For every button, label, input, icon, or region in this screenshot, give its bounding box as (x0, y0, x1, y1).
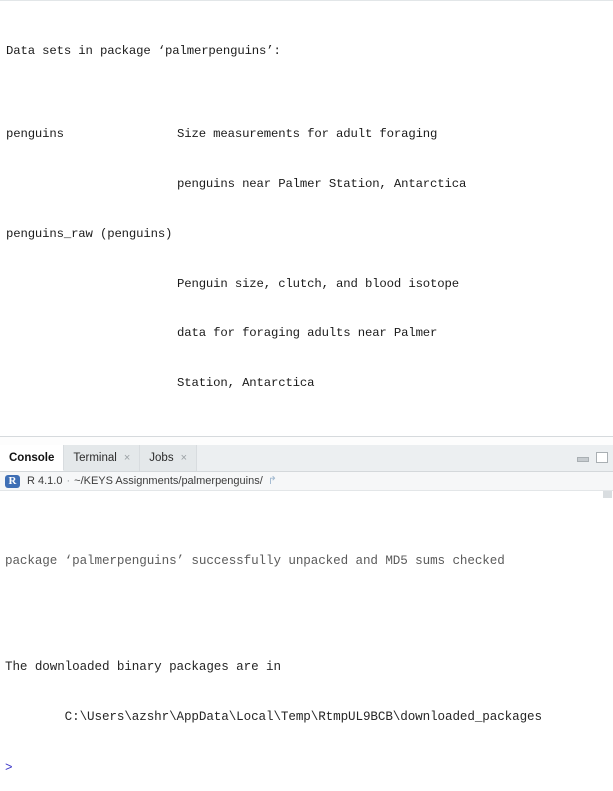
console-output[interactable]: package ‘palmerpenguins’ successfully un… (0, 491, 613, 790)
tab-label: Jobs (149, 452, 174, 464)
open-folder-icon[interactable]: ↱ (268, 475, 277, 487)
dataset-description-line: Penguin size, clutch, and blood isotope (177, 276, 459, 291)
dataset-name: penguins (6, 127, 64, 142)
help-title: Data sets in package ‘palmerpenguins’: (6, 44, 281, 59)
dataset-description-line: penguins near Palmer Station, Antarctica (177, 176, 467, 191)
tab-label: Terminal (73, 452, 117, 464)
console-line: C:\Users\azshr\AppData\Local\Temp\RtmpUL… (5, 710, 542, 725)
dataset-description-line: Size measurements for adult foraging (177, 127, 438, 142)
console-prompt-line: > (5, 760, 20, 775)
r-logo-icon: R (5, 474, 20, 488)
dataset-description-line: Station, Antarctica (177, 376, 315, 391)
r-version-label: R 4.1.0 (27, 475, 63, 487)
close-icon[interactable]: × (124, 452, 130, 464)
working-directory-link[interactable]: ~/KEYS Assignments/palmerpenguins/ (74, 475, 263, 487)
console-line-clipped: package ‘palmerpenguins’ successfully un… (5, 554, 505, 569)
minimize-icon[interactable] (576, 452, 590, 464)
console-toolbar: R R 4.1.0 · ~/KEYS Assignments/palmerpen… (0, 472, 613, 491)
tab-terminal[interactable]: Terminal × (64, 445, 141, 471)
pane-window-controls (576, 445, 609, 471)
console-pane: Console Terminal × Jobs × R R 4.1.0 · ~/… (0, 445, 613, 791)
maximize-icon[interactable] (595, 452, 609, 464)
dataset-entry-penguins: penguins Size measurements for adult fora… (6, 126, 613, 143)
console-tab-strip: Console Terminal × Jobs × (0, 445, 613, 472)
scrollbar-nub[interactable] (603, 491, 612, 498)
path-separator: · (66, 475, 71, 487)
close-icon[interactable]: × (181, 452, 187, 464)
tab-console[interactable]: Console (0, 445, 65, 471)
tab-label: Console (9, 451, 55, 464)
tab-jobs[interactable]: Jobs × (140, 445, 198, 471)
dataset-description-line: data for foraging adults near Palmer (177, 326, 438, 341)
help-viewer-pane[interactable]: Data sets in package ‘palmerpenguins’: p… (0, 0, 613, 436)
console-line-blank (5, 609, 613, 626)
console-line: The downloaded binary packages are in (5, 659, 281, 674)
help-content: Data sets in package ‘palmerpenguins’: p… (0, 1, 613, 425)
tab-strip-filler (197, 445, 613, 471)
dataset-name: penguins_raw (penguins) (6, 226, 173, 241)
